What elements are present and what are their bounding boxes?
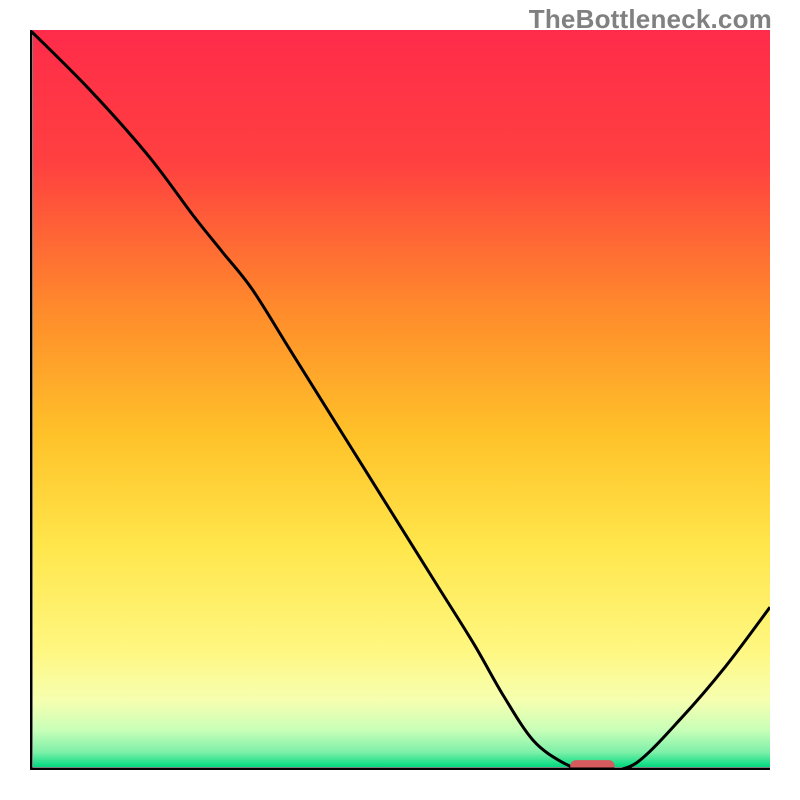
plot-area <box>30 30 770 770</box>
gradient-background <box>33 30 770 767</box>
chart-frame: TheBottleneck.com <box>0 0 800 800</box>
chart-svg <box>30 30 770 770</box>
